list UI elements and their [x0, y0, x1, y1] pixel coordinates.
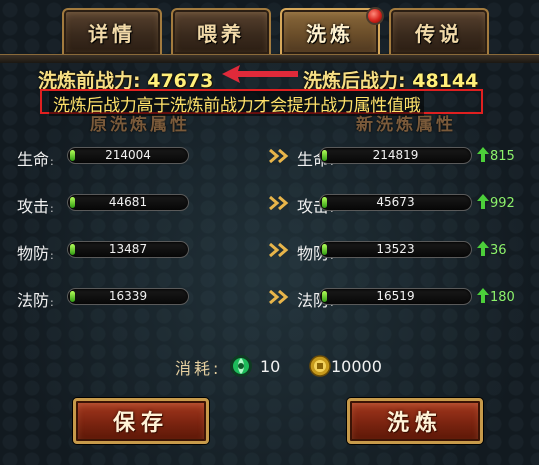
notification-dot-icon	[366, 7, 384, 25]
tab-bar: 详情 喂养 洗炼 传说	[62, 8, 489, 54]
stat-bar-new: 214819	[319, 147, 472, 164]
gem-amount: 10	[260, 357, 281, 376]
stat-value-new: 214819	[372, 148, 419, 162]
stat-value-old: 214004	[105, 148, 151, 162]
stat-value-old: 16339	[108, 289, 148, 303]
stat-value-old: 13487	[108, 242, 148, 256]
refine-panel: 详情 喂养 洗炼 传说 洗炼前战力: 47673 洗炼后战力: 48144 原洗…	[0, 0, 539, 465]
stat-bar-new: 16519	[319, 288, 472, 305]
stat-gain: 36	[477, 241, 507, 258]
stat-label-old: 生命:	[17, 150, 54, 169]
refine-button[interactable]: 洗炼	[347, 398, 483, 444]
up-arrow-icon	[477, 288, 489, 303]
notice-text: 洗炼后战力高于洗炼前战力才会提升战力属性值哦	[49, 91, 425, 116]
stat-value-new: 13523	[376, 242, 415, 256]
stat-label-old: 攻击:	[17, 197, 54, 216]
stat-value-new: 16519	[376, 289, 415, 303]
tab-legend[interactable]: 传说	[389, 8, 489, 54]
green-gem-icon	[230, 355, 252, 377]
up-arrow-icon	[477, 241, 489, 256]
up-arrow-icon	[477, 147, 489, 162]
stat-gain: 815	[477, 147, 515, 164]
red-arrow-icon	[222, 65, 298, 83]
double-chevron-right-icon	[269, 149, 289, 163]
stat-bar-old: 44681	[67, 194, 189, 211]
double-chevron-right-icon	[269, 243, 289, 257]
save-button[interactable]: 保存	[73, 398, 209, 444]
tab-details[interactable]: 详情	[62, 8, 162, 54]
stat-bar-old: 214004	[67, 147, 189, 164]
tab-feed[interactable]: 喂养	[171, 8, 271, 54]
tab-refine[interactable]: 洗炼	[280, 8, 380, 54]
cost-label: 消耗:	[175, 359, 222, 378]
up-arrow-icon	[477, 194, 489, 209]
stat-value-new: 45673	[376, 195, 415, 209]
double-chevron-right-icon	[269, 196, 289, 210]
stat-gain: 992	[477, 194, 515, 211]
double-chevron-right-icon	[269, 290, 289, 304]
gold-amount: 10000	[331, 357, 382, 376]
stat-gain: 180	[477, 288, 515, 305]
stat-bar-new: 45673	[319, 194, 472, 211]
stat-label-old: 法防:	[17, 291, 54, 310]
stat-bar-new: 13523	[319, 241, 472, 258]
stat-value-old: 44681	[108, 195, 148, 209]
gold-coin-icon	[309, 355, 331, 377]
stat-label-old: 物防:	[17, 244, 54, 263]
stat-bar-old: 16339	[67, 288, 189, 305]
tab-divider	[0, 54, 539, 63]
stat-bar-old: 13487	[67, 241, 189, 258]
